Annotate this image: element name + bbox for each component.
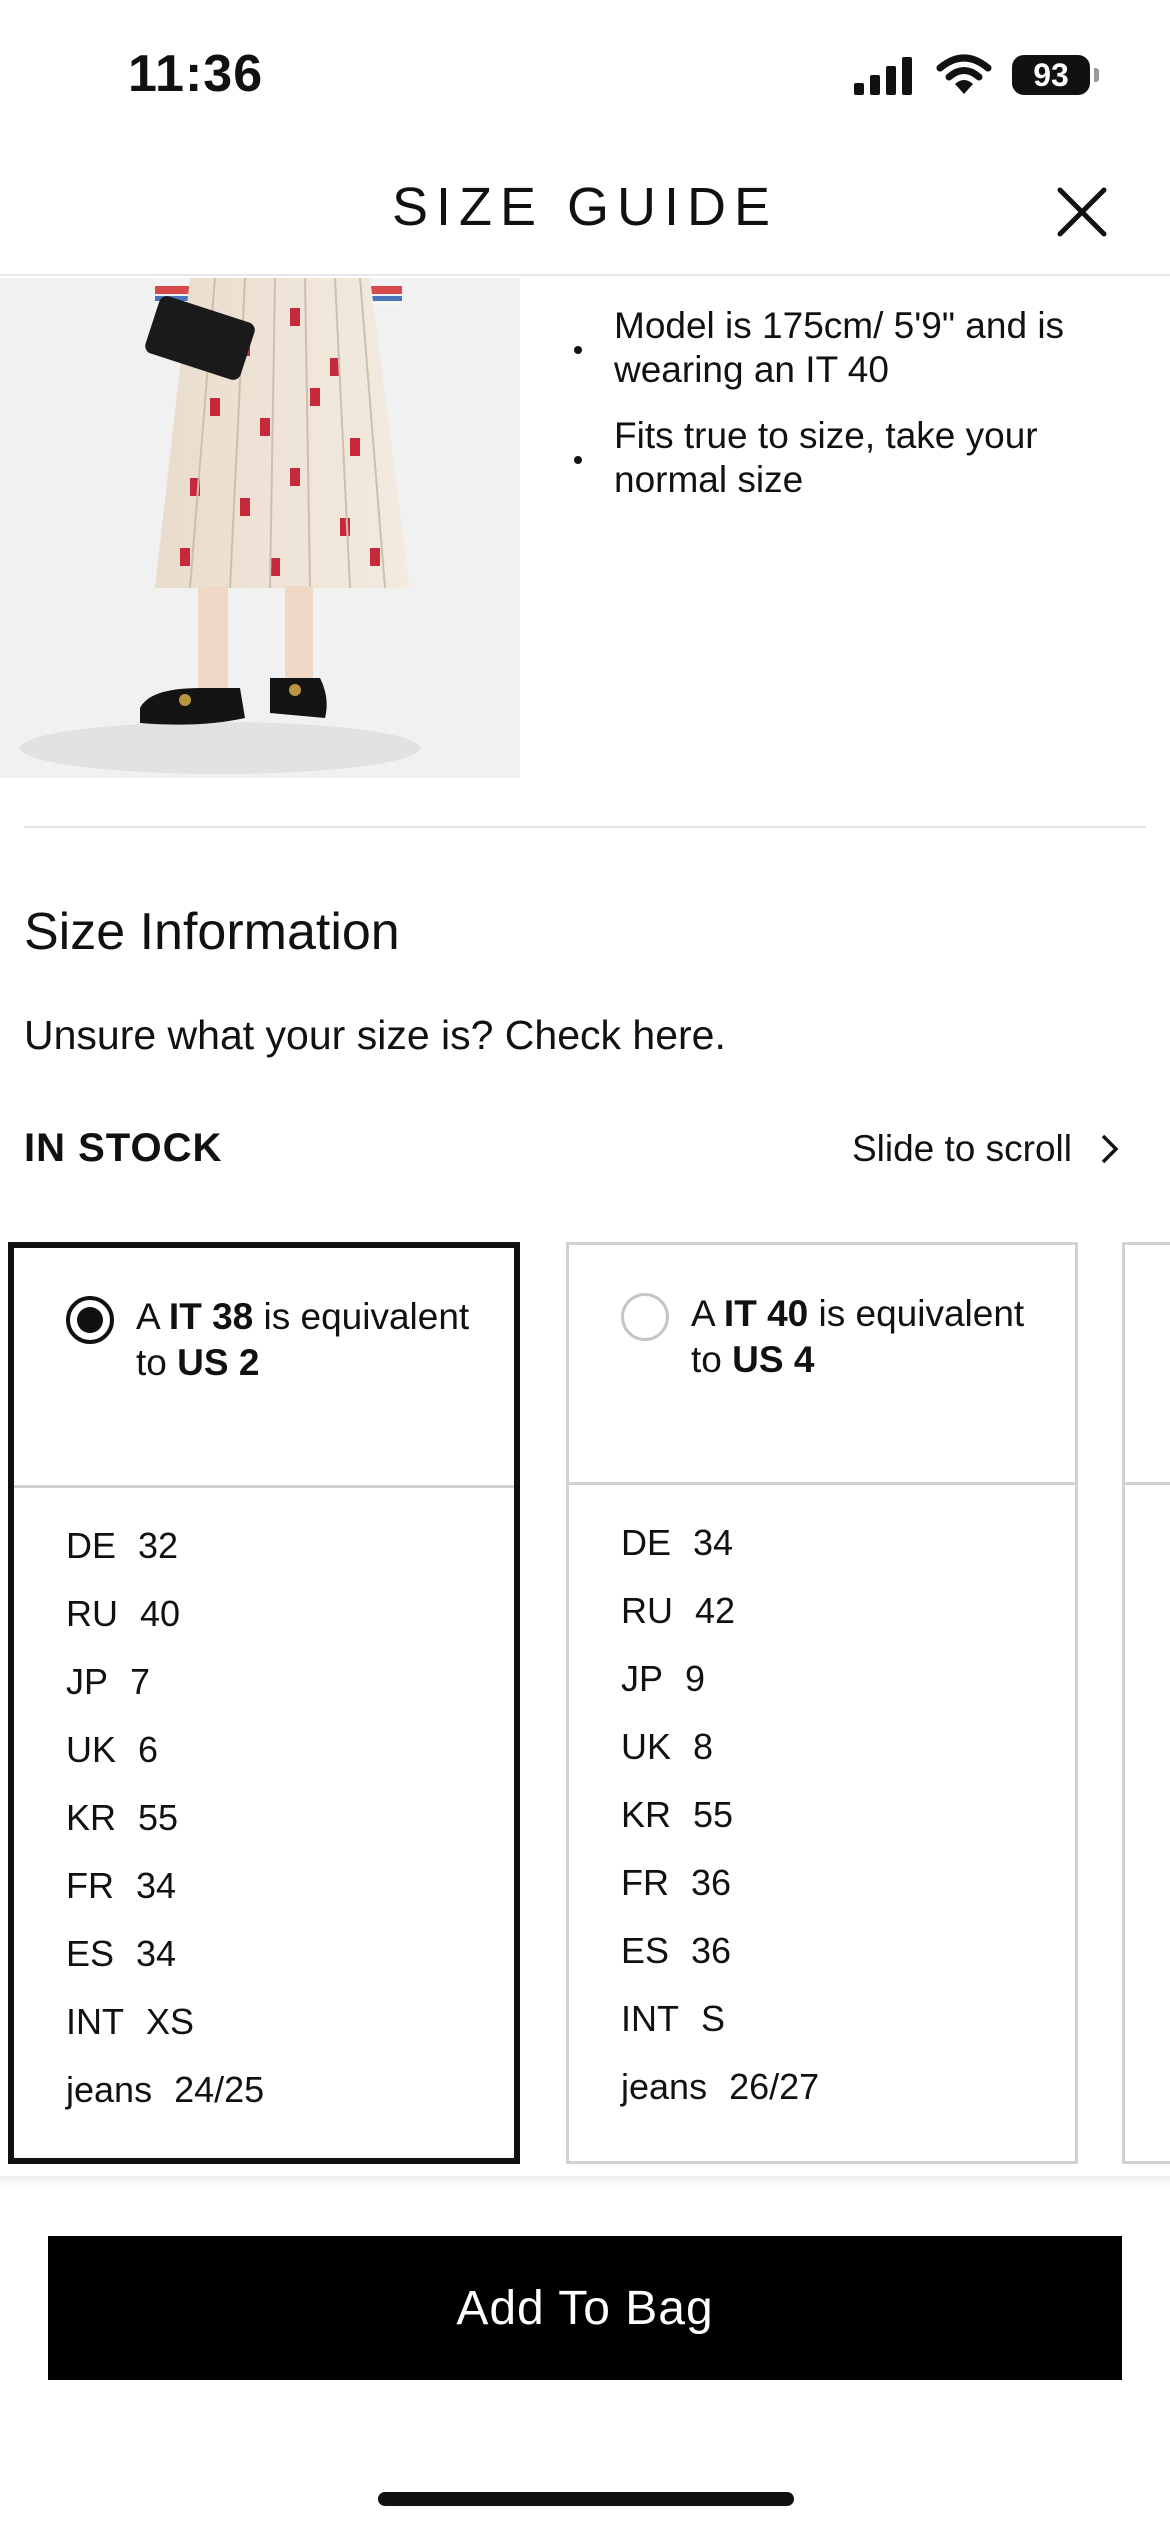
conversion-region: ES bbox=[621, 1930, 670, 1971]
wifi-icon bbox=[936, 54, 992, 94]
conversion-region: RU bbox=[621, 1590, 673, 1631]
conversion-value: 9 bbox=[685, 1658, 706, 1699]
list-item: INT S bbox=[621, 1985, 1075, 2053]
conversion-value: 34 bbox=[136, 1865, 177, 1906]
list-item: FR 36 bbox=[621, 1849, 1075, 1917]
list-item: KR 55 bbox=[621, 1781, 1075, 1849]
size-card-header bbox=[1125, 1245, 1170, 1485]
list-item: ES 34 bbox=[66, 1920, 514, 1988]
list-item: DE 34 bbox=[621, 1509, 1075, 1577]
conversion-region: FR bbox=[621, 1862, 669, 1903]
conversion-region: UK bbox=[621, 1726, 672, 1767]
size-card-it38[interactable]: A IT 38 is equivalent to US 2 DE 32 RU 40 … bbox=[8, 1242, 520, 2164]
size-card-it40[interactable]: A IT 40 is equivalent to US 4 DE 34 RU 42 … bbox=[566, 1242, 1078, 2164]
conversion-value: 36 bbox=[691, 1930, 732, 1971]
conversion-value: 36 bbox=[691, 1862, 732, 1903]
conversion-region: JP bbox=[66, 1661, 109, 1702]
home-indicator[interactable] bbox=[378, 2492, 794, 2506]
list-item: JP 9 bbox=[621, 1645, 1075, 1713]
page-title: SIZE GUIDE bbox=[391, 177, 779, 237]
list-item: JP 7 bbox=[66, 1648, 514, 1716]
conversion-region: FR bbox=[66, 1865, 114, 1906]
conversion-region: JP bbox=[621, 1658, 664, 1699]
conversion-value: S bbox=[701, 1998, 726, 2039]
in-stock-label: IN STOCK bbox=[24, 1126, 223, 1170]
conversion-value: 8 bbox=[693, 1726, 714, 1767]
conversion-region: DE bbox=[621, 1522, 672, 1563]
size-guide-header: SIZE GUIDE bbox=[0, 140, 1170, 276]
slide-to-scroll-hint[interactable]: Slide to scroll bbox=[852, 1128, 1120, 1170]
equiv-us-size: US 2 bbox=[177, 1342, 260, 1383]
chevron-right-icon bbox=[1101, 1134, 1119, 1164]
list-item: FR 34 bbox=[66, 1852, 514, 1920]
battery-indicator: 93 bbox=[1012, 55, 1099, 95]
equiv-it-size: IT 38 bbox=[168, 1296, 254, 1337]
cellular-signal-icon bbox=[854, 57, 912, 95]
conversion-region: RU bbox=[66, 1593, 118, 1634]
status-bar: 11:36 93 bbox=[0, 0, 1170, 140]
status-icons: 93 bbox=[854, 54, 1099, 96]
list-item: INT XS bbox=[66, 1988, 514, 2056]
status-time: 11:36 bbox=[128, 45, 264, 103]
bottom-bar-shadow bbox=[0, 2176, 1170, 2188]
size-card-next-partial[interactable] bbox=[1122, 1242, 1170, 2164]
product-image bbox=[0, 278, 520, 778]
conversion-value: 42 bbox=[695, 1590, 736, 1631]
conversion-value: XS bbox=[146, 2001, 195, 2042]
conversion-region: jeans bbox=[621, 2066, 708, 2107]
list-item: RU 40 bbox=[66, 1580, 514, 1648]
model-note-fit: Fits true to size, take your normal size bbox=[570, 414, 1130, 502]
list-item: KR 55 bbox=[66, 1784, 514, 1852]
size-help-link[interactable]: Unsure what your size is? Check here. bbox=[24, 1012, 726, 1059]
size-equivalence: A IT 40 is equivalent to US 4 bbox=[691, 1291, 1061, 1383]
conversion-value: 32 bbox=[138, 1525, 179, 1566]
list-item: ES 36 bbox=[621, 1917, 1075, 1985]
conversion-value: 26/27 bbox=[729, 2066, 820, 2107]
size-information-heading: Size Information bbox=[24, 903, 400, 961]
conversion-value: 24/25 bbox=[174, 2069, 265, 2110]
list-item: UK 6 bbox=[66, 1716, 514, 1784]
equiv-prefix: A bbox=[136, 1296, 169, 1337]
equiv-it-size: IT 40 bbox=[723, 1293, 809, 1334]
close-icon[interactable] bbox=[1054, 184, 1110, 240]
list-item: RU 42 bbox=[621, 1577, 1075, 1645]
conversion-region: INT bbox=[621, 1998, 679, 2039]
slide-hint-label: Slide to scroll bbox=[851, 1128, 1072, 1169]
conversion-value: 55 bbox=[693, 1794, 734, 1835]
conversion-region: jeans bbox=[66, 2069, 153, 2110]
equiv-us-size: US 4 bbox=[732, 1339, 815, 1380]
list-item: DE 32 bbox=[66, 1512, 514, 1580]
conversion-region: INT bbox=[66, 2001, 124, 2042]
radio-button-unselected-icon[interactable] bbox=[621, 1293, 669, 1341]
conversion-value: 6 bbox=[138, 1729, 159, 1770]
conversion-value: 7 bbox=[130, 1661, 151, 1702]
equiv-prefix: A bbox=[691, 1293, 724, 1334]
conversion-region: UK bbox=[66, 1729, 117, 1770]
radio-button-selected-icon[interactable] bbox=[66, 1296, 114, 1344]
list-item: UK 8 bbox=[621, 1713, 1075, 1781]
list-item: jeans 26/27 bbox=[621, 2053, 1075, 2121]
conversion-region: KR bbox=[621, 1794, 672, 1835]
conversion-value: 40 bbox=[140, 1593, 181, 1634]
list-item: jeans 24/25 bbox=[66, 2056, 514, 2124]
size-card-header: A IT 40 is equivalent to US 4 bbox=[569, 1245, 1075, 1485]
conversion-value: 55 bbox=[138, 1797, 179, 1838]
size-conversion-list: DE 34 RU 42 JP 9 UK 8 KR 55 FR 36 ES 36 INT S je… bbox=[569, 1485, 1075, 2121]
conversion-region: ES bbox=[66, 1933, 115, 1974]
size-conversion-list: DE 32 RU 40 JP 7 UK 6 KR 55 FR 34 ES 34 INT XS j… bbox=[14, 1488, 514, 2124]
add-to-bag-button[interactable]: Add To Bag bbox=[48, 2236, 1122, 2380]
section-divider bbox=[24, 826, 1146, 828]
size-equivalence: A IT 38 is equivalent to US 2 bbox=[136, 1294, 506, 1386]
model-note-measurements: Model is 175cm/ 5'9" and is wearing an I… bbox=[570, 304, 1130, 392]
conversion-value: 34 bbox=[693, 1522, 734, 1563]
model-notes: Model is 175cm/ 5'9" and is wearing an I… bbox=[570, 304, 1130, 524]
model-skirt-illustration bbox=[0, 278, 520, 778]
conversion-value: 34 bbox=[136, 1933, 177, 1974]
conversion-region: DE bbox=[66, 1525, 117, 1566]
size-card-header: A IT 38 is equivalent to US 2 bbox=[14, 1248, 514, 1488]
conversion-region: KR bbox=[66, 1797, 117, 1838]
